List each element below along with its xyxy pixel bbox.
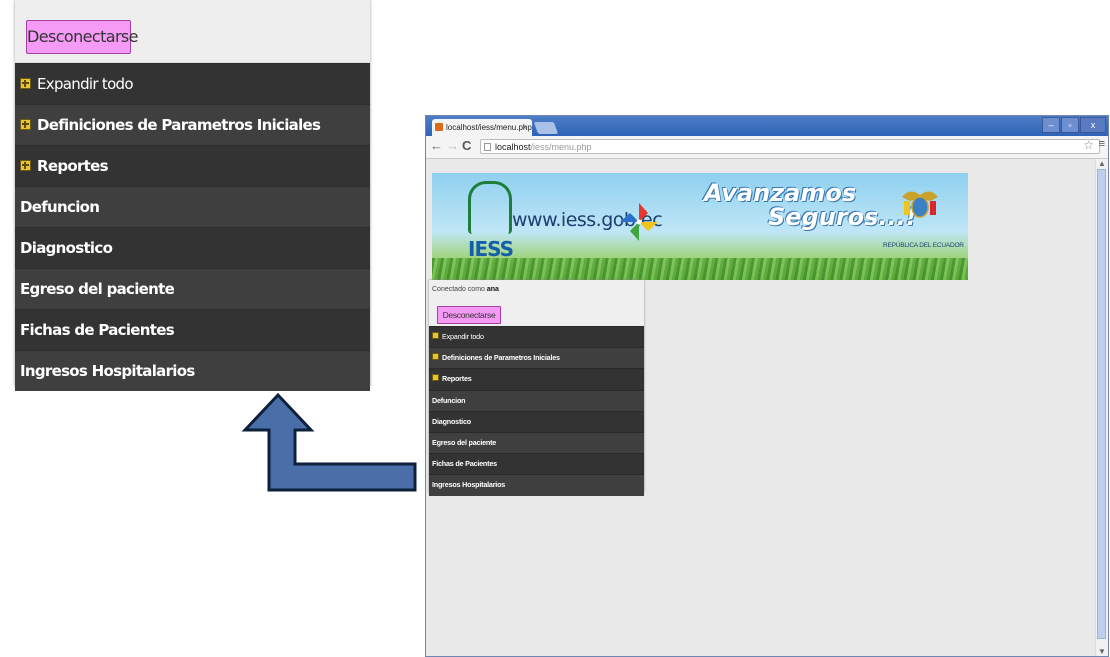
connected-prefix: Conectado como	[432, 286, 485, 293]
menu-item-ingresos[interactable]: Ingresos Hospitalarios	[15, 350, 370, 391]
reload-icon[interactable]: C	[462, 139, 471, 153]
browser-window: localhost/iess/menu.php × – ▫ x ← → C lo…	[425, 115, 1109, 657]
zoomed-sidebar-menu: Expandir todo Definiciones de Parametros…	[15, 63, 370, 391]
zoomed-menu-panel: Desconectarse Expandir todo Definiciones…	[15, 0, 370, 391]
menu-item-label: Expandir todo	[37, 75, 134, 93]
menu-item-label: Defuncion	[20, 198, 100, 216]
menu-item-reportes[interactable]: Reportes	[429, 368, 644, 390]
menu-item-diagnostico[interactable]: Diagnostico	[429, 410, 644, 432]
menu-panel: Conectado como ana Desconectarse Expandi…	[429, 280, 644, 496]
menu-item-reportes[interactable]: Reportes	[15, 145, 370, 186]
menu-item-label: Egreso del paciente	[20, 280, 175, 298]
menu-item-expandir-todo[interactable]: Expandir todo	[429, 326, 644, 348]
menu-item-diagnostico[interactable]: Diagnostico	[15, 227, 370, 268]
menu-item-label: Ingresos Hospitalarios	[432, 480, 506, 490]
back-arrow-icon[interactable]: ←	[430, 139, 443, 153]
menu-item-label: Diagnostico	[20, 239, 113, 257]
menu-item-definiciones[interactable]: Definiciones de Parametros Iniciales	[15, 104, 370, 145]
menu-item-label: Diagnostico	[432, 416, 471, 426]
expand-icon	[20, 119, 31, 130]
vertical-scrollbar[interactable]: ▲ ▼	[1095, 159, 1108, 656]
address-bar[interactable]: localhost/iess/menu.php	[480, 139, 1100, 154]
sidebar-menu: Expandir todo Definiciones de Parametros…	[429, 326, 644, 496]
menu-item-fichas[interactable]: Fichas de Pacientes	[429, 453, 644, 475]
menu-item-label: Expandir todo	[442, 332, 484, 341]
menu-item-label: Reportes	[37, 157, 109, 175]
menu-item-expandir-todo[interactable]: Expandir todo	[15, 63, 370, 104]
window-controls: – ▫ x	[1042, 117, 1106, 133]
menu-item-label: Defuncion	[432, 395, 466, 405]
page-viewport: IESS www.iess.gob.ec Avanzamos Seguros..…	[426, 159, 1096, 656]
iess-logo-text: IESS	[468, 237, 514, 261]
menu-item-label: Reportes	[442, 374, 472, 384]
expand-icon	[432, 332, 439, 339]
connected-as-text: Conectado como ana	[432, 286, 499, 293]
slogan-line-2: Seguros...!	[768, 203, 917, 231]
expand-icon	[432, 353, 439, 361]
menu-item-ingresos[interactable]: Ingresos Hospitalarios	[429, 474, 644, 496]
menu-item-label: Fichas de Pacientes	[20, 321, 175, 339]
menu-item-label: Egreso del paciente	[432, 437, 497, 447]
connected-user: ana	[486, 286, 499, 293]
menu-item-defuncion[interactable]: Defuncion	[429, 389, 644, 411]
menu-panel-header: Conectado como ana Desconectarse	[429, 280, 644, 326]
browser-toolbar: ← → C localhost/iess/menu.php ☆ ≡	[426, 136, 1108, 159]
menu-item-label: Ingresos Hospitalarios	[20, 362, 195, 380]
logout-button[interactable]: Desconectarse	[26, 20, 139, 54]
menu-item-defuncion[interactable]: Defuncion	[15, 186, 370, 227]
logout-button[interactable]: Desconectarse	[437, 306, 501, 324]
forward-arrow-icon[interactable]: →	[446, 139, 459, 153]
url-path: /iess/menu.php	[530, 142, 592, 152]
ecuador-coat-of-arms-icon	[902, 191, 938, 218]
zoomed-panel-header: Desconectarse	[15, 0, 370, 63]
menu-item-egreso[interactable]: Egreso del paciente	[429, 431, 644, 454]
expand-icon	[20, 160, 31, 171]
menu-item-definiciones[interactable]: Definiciones de Parametros Iniciales	[429, 347, 644, 369]
page-icon	[484, 143, 491, 151]
url-host: localhost	[495, 142, 531, 152]
grass-decoration	[432, 258, 968, 280]
minimize-icon[interactable]: –	[1042, 117, 1060, 133]
menu-item-label: Definiciones de Parametros Iniciales	[37, 116, 321, 134]
scroll-up-icon[interactable]: ▲	[1098, 159, 1106, 168]
close-window-icon[interactable]: x	[1080, 117, 1106, 133]
browser-tab[interactable]: localhost/iess/menu.php ×	[432, 119, 532, 136]
scrollbar-thumb[interactable]	[1097, 169, 1106, 639]
arrow-icon	[241, 392, 417, 492]
iess-banner: IESS www.iess.gob.ec Avanzamos Seguros..…	[432, 173, 968, 280]
tab-title: localhost/iess/menu.php	[446, 123, 532, 132]
close-tab-icon[interactable]: ×	[522, 119, 527, 136]
pinwheel-icon	[620, 203, 658, 241]
menu-icon[interactable]: ≡	[1099, 138, 1105, 150]
menu-item-fichas[interactable]: Fichas de Pacientes	[15, 309, 370, 350]
republica-text: REPÚBLICA DEL ECUADOR	[883, 242, 964, 249]
new-tab-button[interactable]	[533, 122, 559, 134]
bookmark-star-icon[interactable]: ☆	[1083, 138, 1094, 152]
favicon-icon	[435, 123, 443, 131]
menu-item-label: Fichas de Pacientes	[432, 459, 497, 469]
browser-titlebar: localhost/iess/menu.php × – ▫ x	[426, 116, 1108, 136]
menu-item-label: Definiciones de Parametros Iniciales	[442, 353, 560, 363]
expand-icon	[20, 78, 31, 89]
maximize-icon[interactable]: ▫	[1061, 117, 1079, 133]
menu-item-egreso[interactable]: Egreso del paciente	[15, 268, 370, 309]
expand-icon	[432, 374, 439, 382]
iess-hand-logo-icon	[468, 181, 512, 234]
